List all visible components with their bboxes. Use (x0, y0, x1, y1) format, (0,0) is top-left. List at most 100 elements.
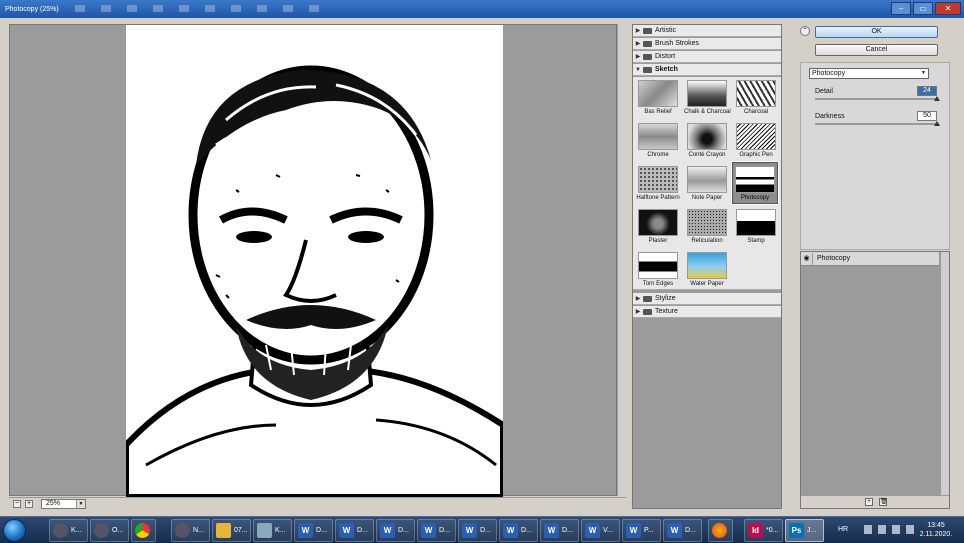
category-label: Artistic (655, 27, 676, 34)
thumbnail-image (638, 80, 678, 107)
category-distort[interactable]: ▶ Distort (633, 51, 781, 63)
thumbnail-image (638, 123, 678, 150)
filter-thumb-water-paper[interactable]: Water Paper (684, 249, 730, 291)
close-button[interactable]: ✕ (935, 2, 961, 15)
collapse-triangle-icon: ▼ (635, 66, 641, 73)
chevron-down-icon: ▼ (76, 500, 85, 508)
word-icon: W (585, 523, 600, 538)
filter-thumb-halftone-pattern[interactable]: Halftone Pattern (635, 163, 681, 205)
taskbar-item[interactable]: W D... (335, 519, 374, 542)
thumbnail-image (638, 166, 678, 193)
filter-thumb-plaster[interactable]: Plaster (635, 206, 681, 248)
filter-thumb-graphic-pen[interactable]: Graphic Pen (733, 120, 779, 162)
taskbar-item[interactable] (131, 519, 156, 542)
filter-label: Plaster (648, 238, 668, 244)
darkness-slider-track[interactable] (815, 123, 937, 125)
category-stylize[interactable]: ▶ Stylize (633, 293, 781, 305)
cancel-button[interactable]: Cancel (815, 44, 938, 56)
clock-time: 13:45 (927, 522, 945, 529)
detail-slider-track[interactable] (815, 98, 937, 100)
filter-thumb-photocopy[interactable]: Photocopy (731, 161, 779, 205)
filter-thumb-conte-crayon[interactable]: Conté Crayon (684, 120, 730, 162)
filter-thumb-charcoal[interactable]: Charcoal (733, 77, 779, 119)
volume-icon[interactable] (892, 525, 900, 534)
taskbar-item[interactable]: O... (90, 519, 129, 542)
detail-value-input[interactable]: 24 (917, 86, 937, 96)
zoom-out-button[interactable]: − (13, 500, 21, 508)
preview-vertical-scrollbar[interactable] (617, 24, 626, 496)
category-label: Brush Strokes (655, 40, 699, 47)
filter-label: Conté Crayon (688, 152, 726, 158)
preview-area[interactable] (9, 24, 617, 497)
minimize-button[interactable]: – (891, 2, 911, 15)
filter-thumb-chalk-charcoal[interactable]: Chalk & Charcoal (684, 77, 731, 119)
power-icon[interactable] (906, 525, 914, 534)
taskbar-item[interactable]: Id *0... (744, 519, 783, 542)
taskbar-item[interactable]: W D... (376, 519, 415, 542)
category-artistic[interactable]: ▶ Artistic (633, 25, 781, 37)
taskbar-item[interactable]: W D... (458, 519, 497, 542)
taskbar-item[interactable]: W D... (663, 519, 702, 542)
darkness-value-input[interactable]: 50 (917, 111, 937, 121)
thumbnail-image (736, 123, 776, 150)
effect-layer-row[interactable]: ◉ Photocopy (801, 252, 939, 266)
zoom-level-select[interactable]: 25% ▼ (41, 499, 86, 509)
start-button[interactable] (3, 519, 26, 542)
taskbar-item[interactable]: W V... (581, 519, 620, 542)
clock[interactable]: 13:45 2.11.2020. (914, 521, 958, 539)
filter-thumb-bas-relief[interactable]: Bas Relief (635, 77, 681, 119)
new-effect-layer-icon[interactable]: + (865, 498, 873, 506)
taskbar-label: D... (685, 527, 696, 534)
filter-label: Stamp (747, 238, 765, 244)
filter-thumb-reticulation[interactable]: Reticulation (684, 206, 730, 248)
zoom-in-button[interactable]: + (25, 500, 33, 508)
category-texture[interactable]: ▶ Texture (633, 306, 781, 318)
delete-effect-layer-icon[interactable]: 🗑 (879, 498, 888, 506)
taskbar-item[interactable] (708, 519, 733, 542)
thumbnail-image (736, 209, 776, 236)
collapse-gallery-icon[interactable]: ⌃ (800, 26, 810, 36)
preview-canvas[interactable] (126, 25, 503, 497)
action-center-icon[interactable] (864, 525, 872, 534)
layers-scrollbar[interactable] (940, 252, 949, 496)
network-icon[interactable] (878, 525, 886, 534)
folder-icon (643, 27, 652, 34)
filter-thumb-torn-edges[interactable]: Torn Edges (635, 249, 681, 291)
category-brush-strokes[interactable]: ▶ Brush Strokes (633, 38, 781, 50)
word-icon: W (626, 523, 641, 538)
detail-slider-handle[interactable] (934, 96, 940, 101)
taskbar-item[interactable]: Ps J... (785, 519, 824, 542)
expand-triangle-icon: ▶ (635, 28, 641, 34)
taskbar-item[interactable]: W D... (540, 519, 579, 542)
taskbar-item[interactable]: 07... (212, 519, 251, 542)
taskbar-item[interactable]: W D... (499, 519, 538, 542)
word-icon: W (339, 523, 354, 538)
darkness-slider-handle[interactable] (934, 121, 940, 126)
category-sketch[interactable]: ▼ Sketch (633, 64, 781, 76)
filter-thumb-chrome[interactable]: Chrome (635, 120, 681, 162)
taskbar-item[interactable]: K... (253, 519, 292, 542)
filter-select[interactable]: Photocopy ▼ (809, 68, 929, 79)
filter-gallery-window: Photocopy (25%) – ▭ ✕ − + 25% ▼ ▶ Artist… (0, 0, 964, 543)
filter-thumb-stamp[interactable]: Stamp (733, 206, 779, 248)
chevron-down-icon: ▼ (921, 70, 926, 76)
filter-label: Graphic Pen (739, 152, 773, 158)
filter-thumb-note-paper[interactable]: Note Paper (684, 163, 730, 205)
maximize-button[interactable]: ▭ (913, 2, 933, 15)
taskbar-item[interactable]: W D... (417, 519, 456, 542)
taskbar-item[interactable]: W D... (294, 519, 333, 542)
effect-layer-name: Photocopy (817, 255, 851, 262)
tray-icons (864, 525, 914, 534)
taskbar-item[interactable]: N... (171, 519, 210, 542)
clock-date: 2.11.2020. (919, 531, 953, 538)
taskbar-item[interactable]: K... (49, 519, 88, 542)
photoshop-icon: Ps (789, 523, 804, 538)
folder-icon (643, 295, 652, 302)
filter-label: Photocopy (740, 195, 770, 201)
taskbar-item[interactable]: W P... (622, 519, 661, 542)
taskbar-label: *0... (766, 527, 779, 534)
word-icon: W (421, 523, 436, 538)
ok-button[interactable]: OK (815, 26, 938, 38)
eye-icon[interactable]: ◉ (801, 252, 813, 265)
language-indicator[interactable]: HR (838, 526, 848, 533)
